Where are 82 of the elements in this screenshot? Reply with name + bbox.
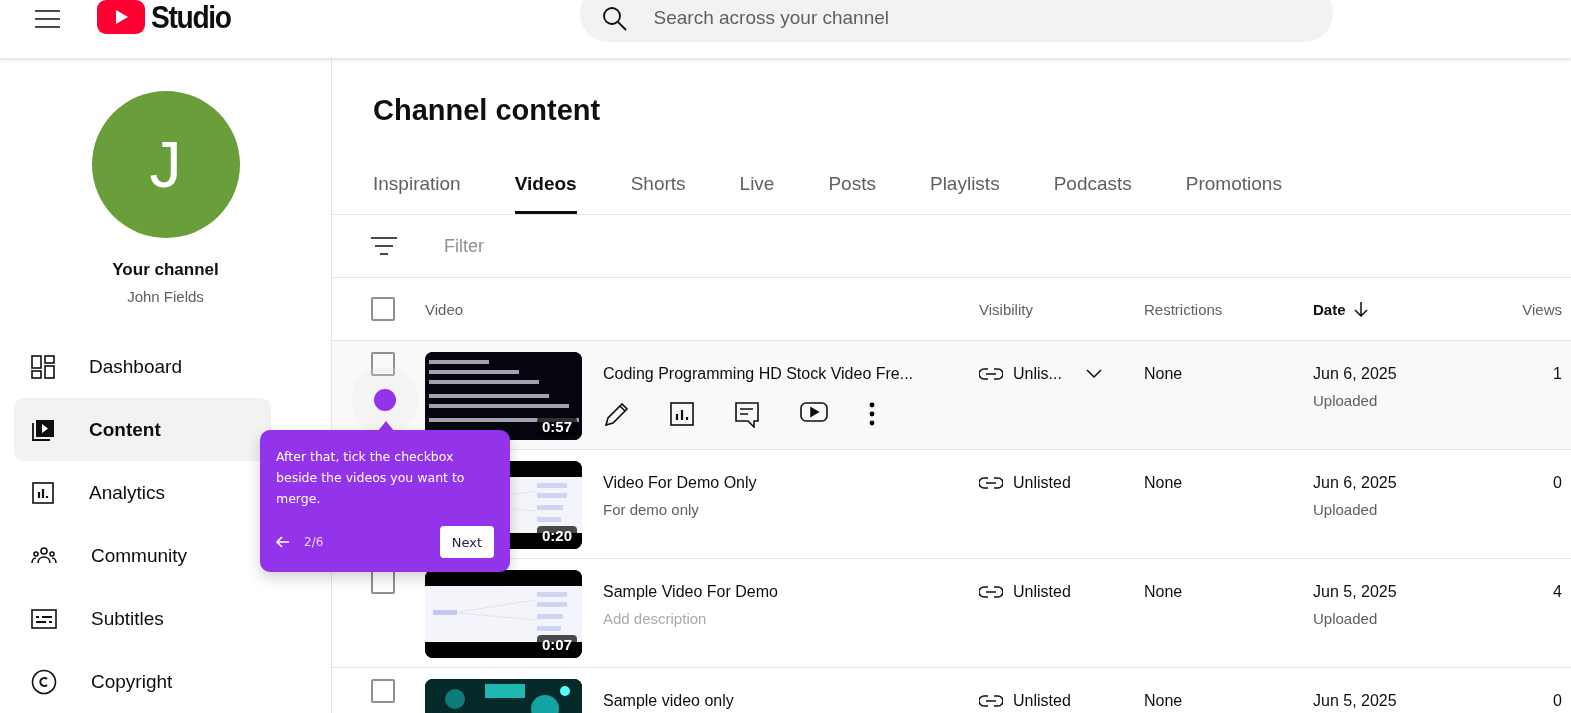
video-library-icon	[31, 417, 55, 442]
date-status: Uploaded	[1313, 501, 1379, 518]
search-field[interactable]: Search across your channel	[579, 0, 1333, 42]
tab[interactable]: Promotions	[1185, 163, 1282, 214]
sidebar-item[interactable]: Content	[14, 398, 271, 461]
restrictions-text: None	[1144, 583, 1184, 601]
sidebar-label: Analytics	[89, 481, 166, 504]
bar-chart-icon	[31, 480, 55, 505]
chevron-down-icon[interactable]	[1085, 369, 1102, 379]
video-title[interactable]: Coding Programming HD Stock Video Fre...	[603, 365, 914, 383]
more-icon[interactable]	[869, 402, 875, 426]
sidebar-label: Subtitles	[91, 607, 164, 630]
link-icon	[979, 694, 1003, 708]
date-text: Jun 5, 2025	[1313, 583, 1398, 601]
pencil-icon[interactable]	[603, 402, 629, 428]
visibility-text: Unlisted	[1013, 583, 1071, 601]
select-all-checkbox[interactable]	[371, 297, 395, 321]
sidebar-label: Content	[89, 418, 161, 441]
bar-chart-icon[interactable]	[670, 402, 694, 426]
visibility-text: Unlisted	[1013, 474, 1071, 492]
restrictions-text: None	[1144, 474, 1184, 492]
tab[interactable]: Shorts	[630, 163, 686, 214]
tab[interactable]: Live	[739, 163, 775, 214]
tab[interactable]: Playlists	[929, 163, 1000, 214]
sidebar-label: Dashboard	[89, 355, 182, 378]
sidebar-item[interactable]: Community	[14, 524, 271, 587]
sidebar-label: Copyright	[91, 670, 173, 693]
youtube-icon[interactable]	[800, 402, 828, 422]
sidebar-label: Community	[91, 544, 188, 567]
row-checkbox[interactable]	[371, 679, 395, 703]
logo-text: Studio	[151, 0, 231, 36]
restrictions-text: None	[1144, 365, 1184, 383]
menu-icon[interactable]	[35, 9, 60, 29]
duration-label: 0:57	[536, 417, 577, 436]
tab[interactable]: Videos	[514, 163, 577, 214]
views-count: 1	[1553, 365, 1562, 383]
channel-name: John Fields	[126, 288, 205, 305]
sidebar-item[interactable]: Dashboard	[14, 335, 271, 398]
column-header[interactable]: Restrictions	[1144, 300, 1223, 318]
video-description: Add description	[603, 610, 708, 627]
copyright-icon	[31, 668, 57, 695]
views-count: 4	[1553, 583, 1562, 601]
next-button[interactable]: Next	[439, 526, 494, 558]
column-header[interactable]: Date	[1313, 300, 1368, 318]
video-row[interactable]: 0:57 Coding Programming HD Stock Video Fre... Unlis... None Jun 6, 2025 Uploaded 1	[332, 341, 1571, 450]
visibility-text: Unlis...	[1013, 365, 1062, 383]
subtitles-icon	[31, 607, 57, 630]
tab[interactable]: Podcasts	[1053, 163, 1132, 214]
column-header[interactable]: Visibility	[979, 300, 1033, 318]
page-title: Channel content	[373, 94, 602, 127]
video-description: For demo only	[603, 501, 700, 518]
date-status: Uploaded	[1313, 392, 1379, 409]
video-title[interactable]: Sample Video For Demo	[603, 583, 778, 601]
link-icon	[979, 367, 1003, 381]
filter-icon[interactable]	[371, 236, 397, 256]
sidebar-item[interactable]: Analytics	[14, 461, 271, 524]
dashboard-icon	[31, 354, 55, 379]
restrictions-text: None	[1144, 692, 1184, 710]
tab[interactable]: Inspiration	[373, 163, 461, 214]
tab[interactable]: Posts	[828, 163, 876, 214]
date-text: Jun 6, 2025	[1313, 365, 1398, 383]
views-count: 0	[1553, 692, 1562, 710]
arrow-down-icon	[1353, 301, 1368, 317]
date-status: Uploaded	[1313, 610, 1379, 627]
date-text: Jun 5, 2025	[1313, 692, 1398, 710]
step-counter: 2/6	[304, 535, 325, 549]
back-arrow-icon[interactable]	[276, 536, 290, 548]
column-header[interactable]: Video	[425, 300, 464, 318]
video-title[interactable]: Video For Demo Only	[603, 474, 757, 492]
video-title[interactable]: Sample video only	[603, 692, 734, 710]
sidebar-item[interactable]: Subtitles	[14, 587, 271, 650]
search-icon	[601, 6, 628, 32]
views-count: 0	[1553, 474, 1562, 492]
row-checkbox[interactable]	[371, 352, 395, 376]
visibility-text: Unlisted	[1013, 692, 1071, 710]
channel-label: Your channel	[111, 260, 220, 280]
date-text: Jun 6, 2025	[1313, 474, 1398, 492]
comment-icon[interactable]	[735, 402, 759, 428]
column-header[interactable]: Views	[1522, 300, 1562, 318]
link-icon	[979, 585, 1003, 599]
sidebar-item[interactable]: Copyright	[14, 650, 271, 713]
link-icon	[979, 476, 1003, 490]
